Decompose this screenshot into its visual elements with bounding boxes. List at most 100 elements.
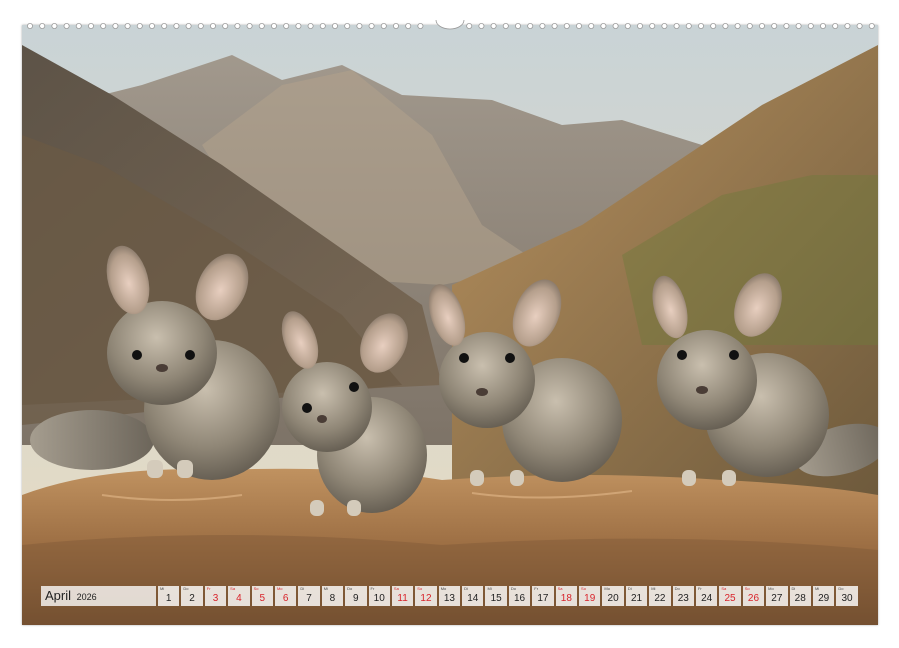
weekday-label: Fr: [207, 586, 211, 591]
day-number: 6: [275, 593, 296, 605]
binding-ring-icon: [772, 23, 777, 28]
binding-ring-icon: [137, 23, 142, 28]
binding-ring-icon: [64, 23, 69, 28]
binding-ring-icon: [698, 23, 703, 28]
binding-ring-icon: [686, 23, 691, 28]
binding-ring-icon: [467, 23, 472, 28]
weekday-label: Mi: [160, 586, 164, 591]
day-cell: Di 21: [626, 586, 647, 606]
binding-ring-icon: [747, 23, 752, 28]
day-number: 26: [743, 593, 764, 605]
day-number: 13: [439, 593, 460, 605]
binding-ring-icon: [576, 23, 581, 28]
weekday-label: Do: [838, 586, 843, 591]
binding-ring-icon: [515, 23, 520, 28]
day-number: 3: [205, 593, 226, 605]
binding-ring-icon: [759, 23, 764, 28]
binding-ring-icon: [198, 23, 203, 28]
day-cell: Fr 24: [696, 586, 717, 606]
month-label: April 2026: [41, 586, 156, 606]
day-cell: Sa 18: [556, 586, 577, 606]
binding-ring-icon: [76, 23, 81, 28]
day-number: 19: [579, 593, 600, 605]
binding-ring-icon: [784, 23, 789, 28]
binding-ring-icon: [320, 23, 325, 28]
day-cell: Do 23: [673, 586, 694, 606]
day-number: 17: [532, 593, 553, 605]
binding-ring-icon: [650, 23, 655, 28]
day-number: 24: [696, 593, 717, 605]
hanger-hole-icon: [436, 20, 464, 29]
binding-ring-icon: [113, 23, 118, 28]
day-cell: Sa4: [228, 586, 249, 606]
weekday-label: Mi: [487, 586, 491, 591]
binding-ring-icon: [345, 23, 350, 28]
calendar-page: April 2026 Mi1Do2Fr3Sa4So5Mo6Di7Mi8Do9Fr…: [0, 0, 899, 648]
binding-ring-icon: [406, 23, 411, 28]
binding-ring-icon: [820, 23, 825, 28]
day-cell: Mo 27: [766, 586, 787, 606]
weekday-label: Do: [675, 586, 680, 591]
day-cell: So19: [579, 586, 600, 606]
day-cell: Mi29: [813, 586, 834, 606]
weekday-label: Fr: [371, 586, 375, 591]
day-number: 8: [322, 593, 343, 605]
binding-ring-icon: [637, 23, 642, 28]
chinchilla-photo: [22, 25, 878, 625]
day-cell: Di14: [462, 586, 483, 606]
day-number: 20: [602, 593, 623, 605]
weekday-label: So: [254, 586, 259, 591]
binding-ring-icon: [88, 23, 93, 28]
weekday-label: Mo: [768, 586, 774, 591]
binding-ring-icon: [393, 23, 398, 28]
binding-ring-icon: [210, 23, 215, 28]
day-number: 29: [813, 593, 834, 605]
weekday-label: Mi: [324, 586, 328, 591]
day-cell: Sa11: [392, 586, 413, 606]
binding-ring-icon: [381, 23, 386, 28]
binding-ring-icon: [162, 23, 167, 28]
binding-ring-icon: [259, 23, 264, 28]
day-cell: Do16: [509, 586, 530, 606]
binding-ring-icon: [674, 23, 679, 28]
day-number: 28: [790, 593, 811, 605]
day-cell: Mi 8: [322, 586, 343, 606]
day-cell: Mo20: [602, 586, 623, 606]
binding-ring-icon: [723, 23, 728, 28]
day-number: 9: [345, 593, 366, 605]
binding-ring-icon: [540, 23, 545, 28]
binding-ring-icon: [125, 23, 130, 28]
weekday-label: Mo: [277, 586, 283, 591]
day-number: 21: [626, 593, 647, 605]
day-cell: Do2: [181, 586, 202, 606]
day-number: 23: [673, 593, 694, 605]
weekday-label: Mi: [651, 586, 655, 591]
day-number: 25: [719, 593, 740, 605]
weekday-label: So: [417, 586, 422, 591]
binding-ring-icon: [613, 23, 618, 28]
day-cell: So26: [743, 586, 764, 606]
binding-ring-icon: [479, 23, 484, 28]
weekday-label: Sa: [558, 586, 563, 591]
day-cell: So12: [415, 586, 436, 606]
binding-ring-icon: [40, 23, 45, 28]
binding-ring-icon: [296, 23, 301, 28]
binding-ring-icon: [503, 23, 508, 28]
day-cell: Sa25: [719, 586, 740, 606]
binding-ring-icon: [808, 23, 813, 28]
day-number: 7: [298, 593, 319, 605]
day-number: 5: [252, 593, 273, 605]
day-number: 16: [509, 593, 530, 605]
binding-ring-icon: [857, 23, 862, 28]
weekday-label: Fr: [698, 586, 702, 591]
day-number: 18: [556, 593, 577, 605]
binding-ring-icon: [101, 23, 106, 28]
day-cell: Fr 3: [205, 586, 226, 606]
month-name: April: [45, 588, 71, 603]
landscape-illustration: [22, 25, 878, 625]
day-cell: Fr10: [369, 586, 390, 606]
day-number: 27: [766, 593, 787, 605]
weekday-label: Di: [300, 586, 304, 591]
weekday-label: Di: [628, 586, 632, 591]
binding-ring-icon: [845, 23, 850, 28]
